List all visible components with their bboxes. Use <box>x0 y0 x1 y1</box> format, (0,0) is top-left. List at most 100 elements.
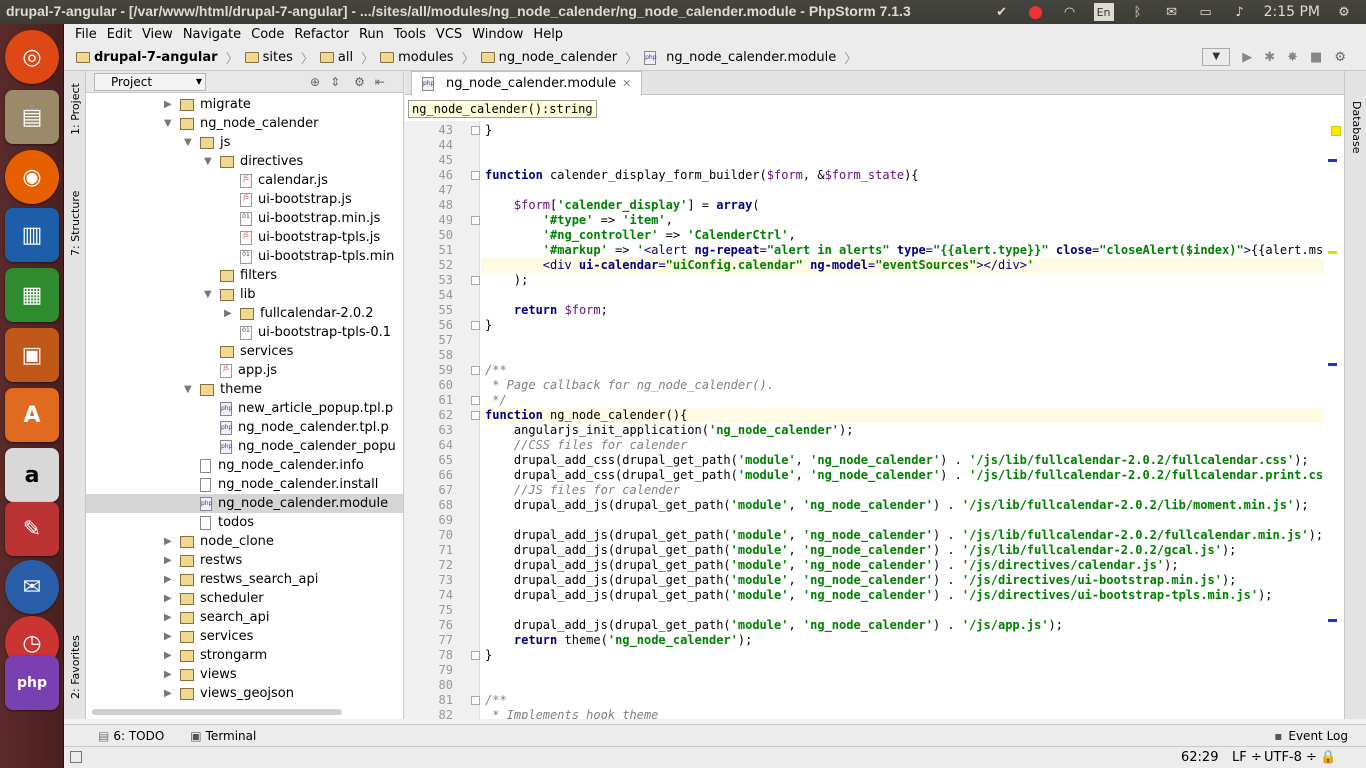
breadcrumb-all[interactable]: all <box>319 50 353 65</box>
keyboard-language[interactable]: En <box>1093 3 1114 21</box>
impress-icon[interactable]: ▣ <box>5 328 59 382</box>
breadcrumb-ng-node-calender[interactable]: ng_node_calender <box>480 50 617 65</box>
mail-icon[interactable]: ✉ <box>1162 3 1182 21</box>
fold-marker-icon[interactable] <box>471 276 480 285</box>
tab-favorites[interactable]: 2: Favorites <box>69 635 82 699</box>
menu-vcs[interactable]: VCS <box>431 27 467 42</box>
gear-icon[interactable]: ⚙ <box>354 75 365 89</box>
hide-icon[interactable]: ⇤ <box>375 75 385 89</box>
system-settings-icon[interactable]: ✎ <box>5 502 59 556</box>
collapsed-arrow-icon[interactable]: ▶ <box>164 688 174 699</box>
close-icon[interactable]: ✕ <box>622 77 631 90</box>
tree-item[interactable]: services <box>86 342 403 361</box>
menu-run[interactable]: Run <box>354 27 389 42</box>
files-icon[interactable]: ▤ <box>5 90 59 144</box>
fold-marker-icon[interactable] <box>471 126 480 135</box>
tab-project[interactable]: 1: Project <box>69 83 82 135</box>
todo-tab[interactable]: 6: TODO <box>113 729 164 743</box>
firefox-icon[interactable]: ◉ <box>5 150 59 204</box>
code-view[interactable]: } function calender_display_form_builder(… <box>481 121 1324 719</box>
tree-item[interactable]: php ng_node_calender.module <box>86 494 403 513</box>
locate-icon[interactable]: ⊕ <box>310 75 320 89</box>
calc-icon[interactable]: ▦ <box>5 268 59 322</box>
dropbox-icon[interactable]: ⬤ <box>1026 3 1046 21</box>
collapsed-arrow-icon[interactable]: ▶ <box>164 555 174 566</box>
menu-edit[interactable]: Edit <box>102 27 137 42</box>
collapsed-arrow-icon[interactable]: ▶ <box>164 669 174 680</box>
tree-item[interactable]: ▶ scheduler <box>86 589 403 608</box>
tree-item[interactable]: ▶ views_geojson <box>86 684 403 703</box>
breadcrumb-root[interactable]: drupal-7-angular <box>76 50 218 65</box>
line-separator[interactable]: LF ÷ <box>1232 750 1262 765</box>
coverage-icon[interactable]: ✸ <box>1287 50 1298 65</box>
event-log-tab[interactable]: Event Log <box>1288 729 1348 743</box>
tree-item[interactable]: ▶ views <box>86 665 403 684</box>
expanded-arrow-icon[interactable]: ▼ <box>164 118 174 129</box>
horizontal-scrollbar[interactable] <box>92 709 342 715</box>
tree-item[interactable]: ▶ fullcalendar-2.0.2 <box>86 304 403 323</box>
tree-item[interactable]: ▼ ng_node_calender <box>86 114 403 133</box>
tree-item[interactable]: ng_node_calender.install <box>86 475 403 494</box>
clock[interactable]: 2:15 PM <box>1264 4 1320 20</box>
expanded-arrow-icon[interactable]: ▼ <box>204 156 214 167</box>
debug-icon[interactable]: ✱ <box>1264 50 1275 65</box>
fold-marker-icon[interactable] <box>471 696 480 705</box>
fold-marker-icon[interactable] <box>471 216 480 225</box>
stop-icon[interactable]: ■ <box>1310 50 1322 65</box>
tree-item[interactable]: php ng_node_calender.tpl.p <box>86 418 403 437</box>
breadcrumb-file[interactable]: php ng_node_calender.module <box>644 50 836 65</box>
menu-tools[interactable]: Tools <box>389 27 431 42</box>
menu-code[interactable]: Code <box>246 27 289 42</box>
warning-marker[interactable] <box>1331 126 1341 136</box>
amazon-icon[interactable]: a <box>5 448 59 502</box>
tree-item[interactable]: filters <box>86 266 403 285</box>
tree-item[interactable]: JS ui-bootstrap.js <box>86 190 403 209</box>
tree-item[interactable]: ▼ directives <box>86 152 403 171</box>
collapsed-arrow-icon[interactable]: ▶ <box>224 308 234 319</box>
software-center-icon[interactable]: A <box>5 388 59 442</box>
collapsed-arrow-icon[interactable]: ▶ <box>164 99 174 110</box>
tree-item[interactable]: ▶ services <box>86 627 403 646</box>
battery-icon[interactable]: ▭ <box>1196 3 1216 21</box>
menu-file[interactable]: File <box>70 27 102 42</box>
tab-structure[interactable]: 7: Structure <box>69 191 82 256</box>
collapse-icon[interactable]: ⇕ <box>330 75 340 89</box>
expanded-arrow-icon[interactable]: ▼ <box>184 384 194 395</box>
project-view-selector[interactable]: Project ▼ <box>94 72 206 91</box>
volume-icon[interactable]: ♪ <box>1230 3 1250 21</box>
collapsed-arrow-icon[interactable]: ▶ <box>164 593 174 604</box>
tree-item[interactable]: 01 ui-bootstrap.min.js <box>86 209 403 228</box>
tree-item[interactable]: php new_article_popup.tpl.p <box>86 399 403 418</box>
tree-item[interactable]: ▶ node_clone <box>86 532 403 551</box>
menu-refactor[interactable]: Refactor <box>289 27 354 42</box>
tree-item[interactable]: JS app.js <box>86 361 403 380</box>
expanded-arrow-icon[interactable]: ▼ <box>204 289 214 300</box>
fold-marker-icon[interactable] <box>471 366 480 375</box>
menu-navigate[interactable]: Navigate <box>178 27 246 42</box>
tree-item[interactable]: php ng_node_calender_popu <box>86 437 403 456</box>
tree-item[interactable]: JS calendar.js <box>86 171 403 190</box>
file-encoding[interactable]: UTF-8 ÷ <box>1264 750 1317 765</box>
lock-icon[interactable]: 🔒 <box>1320 750 1336 765</box>
thunderbird-icon[interactable]: ✉ <box>5 560 59 614</box>
tree-item[interactable]: 01 ui-bootstrap-tpls.min <box>86 247 403 266</box>
terminal-tab[interactable]: Terminal <box>206 729 257 743</box>
menu-view[interactable]: View <box>137 27 178 42</box>
tree-item[interactable]: ▼ lib <box>86 285 403 304</box>
tree-item[interactable]: ▼ js <box>86 133 403 152</box>
collapsed-arrow-icon[interactable]: ▶ <box>164 536 174 547</box>
fold-marker-icon[interactable] <box>471 321 480 330</box>
collapsed-arrow-icon[interactable]: ▶ <box>164 574 174 585</box>
gear-icon[interactable]: ⚙ <box>1334 3 1354 21</box>
tree-item[interactable]: ▶ migrate <box>86 95 403 114</box>
settings-icon[interactable]: ⚙ <box>1334 50 1346 65</box>
tree-item[interactable]: ▶ search_api <box>86 608 403 627</box>
error-stripe-marker[interactable] <box>1328 619 1337 622</box>
writer-icon[interactable]: ▥ <box>5 208 59 262</box>
caret-position[interactable]: 62:29 <box>1181 750 1218 765</box>
tool-windows-toggle-icon[interactable] <box>70 751 82 763</box>
tree-item[interactable]: ▶ strongarm <box>86 646 403 665</box>
collapsed-arrow-icon[interactable]: ▶ <box>164 650 174 661</box>
tree-item[interactable]: ng_node_calender.info <box>86 456 403 475</box>
error-stripe-marker[interactable] <box>1328 363 1337 366</box>
